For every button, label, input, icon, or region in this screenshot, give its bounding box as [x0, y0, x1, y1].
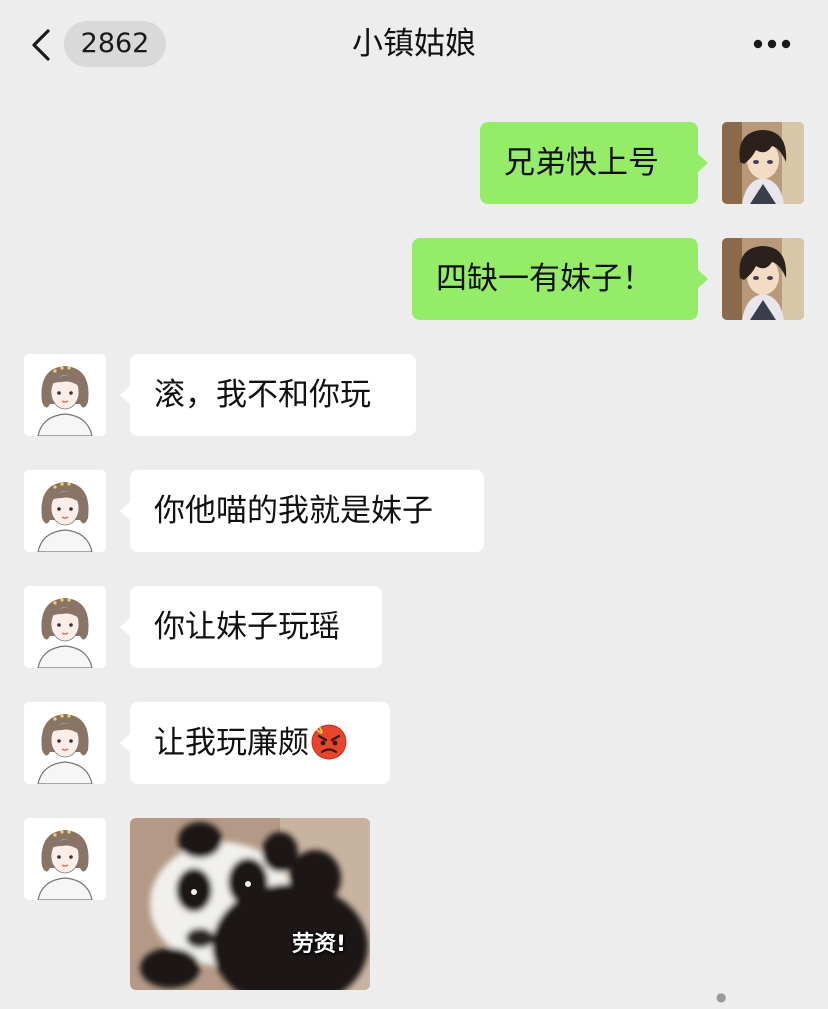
received-message-bubble[interactable]: 你他喵的我就是妹子 — [120, 470, 484, 552]
chat-header: 2862 小镇姑娘 — [0, 0, 828, 88]
chevron-left-icon[interactable] — [30, 28, 52, 62]
contact-avatar[interactable] — [24, 818, 106, 900]
sent-message-bubble[interactable]: 兄弟快上号 — [480, 122, 708, 204]
my-avatar[interactable] — [722, 122, 804, 204]
sent-message-bubble[interactable]: 四缺一有妹子！ — [412, 238, 708, 320]
sticker-caption: 劳资! — [292, 932, 347, 957]
contact-avatar[interactable] — [24, 586, 106, 668]
my-avatar[interactable] — [722, 238, 804, 320]
panda-sticker[interactable]: 劳资! — [130, 818, 370, 990]
chat-title: 小镇姑娘 — [352, 26, 476, 62]
watermark: ● — [716, 990, 727, 1004]
contact-avatar[interactable] — [24, 354, 106, 436]
more-dots-icon[interactable] — [752, 38, 792, 50]
contact-avatar[interactable] — [24, 702, 106, 784]
contact-avatar[interactable] — [24, 470, 106, 552]
angry-face-emoji — [311, 724, 347, 759]
received-message-bubble[interactable]: 你让妹子玩瑶 — [120, 586, 382, 668]
message-text: 让我玩廉颇 — [154, 725, 309, 761]
unread-count-badge[interactable]: 2862 — [64, 21, 166, 67]
received-message-bubble[interactable]: 让我玩廉颇 — [120, 702, 390, 784]
received-message-bubble[interactable]: 滚，我不和你玩 — [120, 354, 416, 436]
